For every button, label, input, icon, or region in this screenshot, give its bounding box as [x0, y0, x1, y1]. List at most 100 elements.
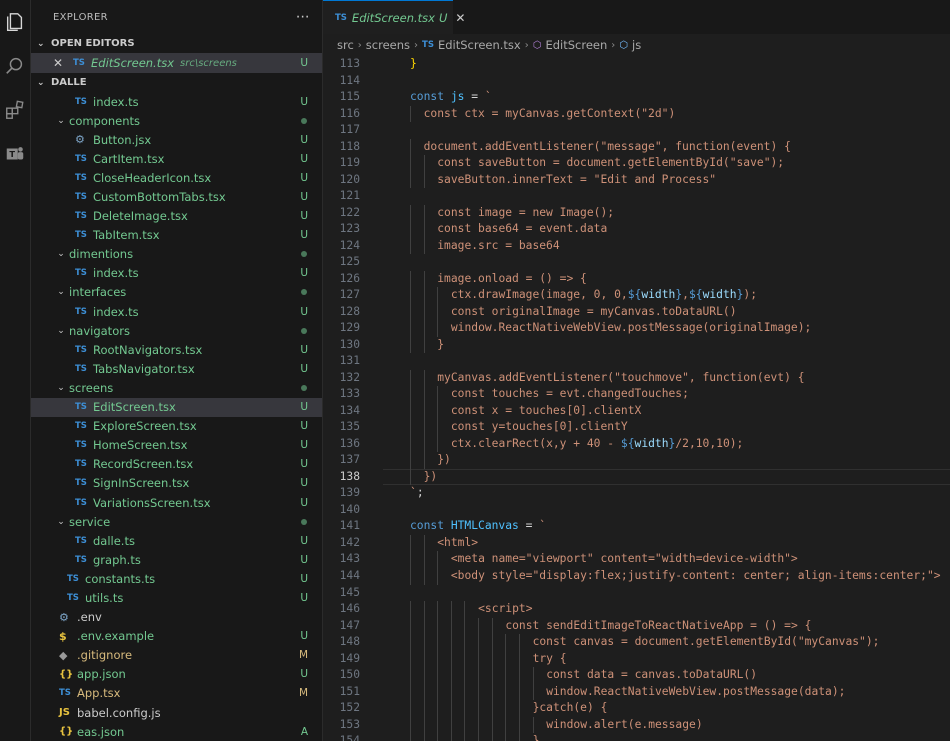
chevron-down-icon: ⌄ [37, 77, 45, 88]
file-item[interactable]: TS HomeScreen.tsx U [31, 436, 322, 455]
indent-guide [423, 171, 425, 189]
indent-guide [437, 650, 439, 668]
file-item[interactable]: TS utils.ts U [31, 588, 322, 607]
activity-bar: T [0, 0, 31, 741]
json-file-icon: {} [59, 726, 74, 738]
file-item[interactable]: TS graph.ts U [31, 550, 322, 569]
file-item[interactable]: TS constants.ts U [31, 569, 322, 588]
close-icon[interactable]: ✕ [455, 11, 465, 25]
git-status-badge: A [300, 725, 308, 738]
indent-guide [423, 683, 425, 701]
typescript-file-icon: TS [75, 192, 87, 203]
breadcrumb-screens[interactable]: screens [366, 38, 410, 52]
code-token: = [464, 90, 485, 104]
indent-guide [410, 105, 411, 123]
extensions-icon[interactable] [0, 88, 30, 132]
project-header[interactable]: ⌄ DALLE [31, 73, 322, 92]
file-tree: TS index.ts U ⌄ components ⚙ Button.jsx U TS Cart… [31, 92, 322, 741]
code-line: 151 window.ReactNativeWebView.postMessage… [323, 683, 950, 701]
file-name: eas.json [77, 724, 125, 739]
indent-guide [423, 336, 425, 354]
typescript-file-icon: TS [75, 268, 87, 279]
file-item[interactable]: TS EditScreen.tsx U [31, 397, 322, 417]
file-item[interactable]: $ .env.example U [31, 627, 322, 646]
file-item[interactable]: TS index.ts U [31, 302, 322, 321]
folder-item[interactable]: ⌄ service [31, 512, 322, 531]
indent-guide [410, 138, 411, 156]
file-name: DeleteImage.tsx [93, 209, 188, 224]
indent-guide [423, 534, 425, 552]
file-item[interactable]: TS index.ts U [31, 264, 322, 283]
file-item[interactable]: TS RecordScreen.tsx U [31, 455, 322, 474]
file-item[interactable]: TS ExploreScreen.tsx U [31, 417, 322, 436]
code-token: const data = canvas.toDataURL() [546, 668, 758, 682]
code-token: const saveButton = document.getElementBy… [437, 156, 785, 170]
indent-guide [478, 733, 480, 741]
file-item[interactable]: TS RootNavigators.tsx U [31, 340, 322, 359]
code-text: const ctx = myCanvas.getContext("2d") [424, 106, 676, 123]
file-item[interactable]: JS babel.config.js [31, 703, 322, 722]
file-item[interactable]: TS TabItem.tsx U [31, 226, 322, 245]
indent-guide [410, 435, 411, 453]
file-item[interactable]: ◆ .gitignore M [31, 646, 322, 665]
code-text: } [410, 56, 417, 73]
file-item[interactable]: TS App.tsx M [31, 684, 322, 703]
search-icon[interactable] [0, 44, 30, 88]
code-token: window.alert(e.message) [546, 717, 703, 731]
close-icon[interactable]: ✕ [53, 56, 67, 70]
line-number: 128 [339, 304, 360, 318]
folder-item[interactable]: ⌄ dimentions [31, 245, 322, 264]
breadcrumb-symbol[interactable]: EditScreen [545, 38, 607, 52]
breadcrumb-file[interactable]: EditScreen.tsx [438, 38, 521, 52]
gear-icon: ⚙ [75, 133, 85, 147]
folder-item[interactable]: ⌄ screens [31, 378, 322, 397]
code-token: }catch(e) { [532, 701, 608, 715]
indent-guide [410, 204, 411, 222]
indent-guide [505, 650, 507, 668]
line-number: 152 [339, 701, 360, 715]
teams-icon[interactable]: T [0, 132, 30, 176]
ellipsis-icon[interactable]: ⋯ [296, 9, 310, 25]
git-status-badge: U [300, 305, 308, 318]
code-token: /2,10,10); [675, 436, 744, 450]
open-editor-item[interactable]: ✕ TS EditScreen.tsx src\screens U [31, 53, 322, 73]
code-text: try { [533, 651, 567, 668]
file-item[interactable]: ⚙ .env [31, 608, 322, 627]
file-item[interactable]: TS CloseHeaderIcon.tsx U [31, 168, 322, 187]
tab-editscreen[interactable]: TS EditScreen.tsx U ✕ [323, 0, 465, 34]
code-token: }) [423, 469, 438, 483]
file-item[interactable]: TS DeleteImage.tsx U [31, 207, 322, 226]
indent-guide [478, 634, 480, 651]
indent-guide [505, 683, 507, 701]
typescript-file-icon: TS [75, 402, 87, 413]
indent-guide [450, 667, 452, 684]
file-item[interactable]: TS dalle.ts U [31, 531, 322, 550]
breadcrumb-src[interactable]: src [337, 38, 354, 52]
file-item[interactable]: ⚙ Button.jsx U [31, 130, 322, 149]
chevron-right-icon: › [524, 39, 529, 51]
code-line: 114 [323, 73, 950, 90]
indent-guide [437, 551, 439, 568]
file-item[interactable]: {} app.json U [31, 665, 322, 684]
folder-item[interactable]: ⌄ interfaces [31, 283, 322, 302]
indent-guide [423, 204, 425, 222]
code-editor[interactable]: 113} 114 115 const js = ` 116 const ctx = myC… [323, 56, 950, 741]
file-item[interactable]: TS CartItem.tsx U [31, 149, 322, 168]
file-name: RecordScreen.tsx [93, 457, 194, 472]
open-editors-header[interactable]: ⌄ OPEN EDITORS [31, 34, 322, 53]
line-number: 132 [339, 370, 360, 384]
indent-guide [437, 634, 439, 651]
file-item[interactable]: TS index.ts U [31, 92, 322, 111]
file-item[interactable]: TS TabsNavigator.tsx U [31, 359, 322, 378]
file-item[interactable]: TS CustomBottomTabs.tsx U [31, 187, 322, 206]
files-icon[interactable] [0, 0, 30, 44]
file-item[interactable]: TS SignInScreen.tsx U [31, 474, 322, 493]
indent-guide [423, 551, 425, 568]
folder-item[interactable]: ⌄ components [31, 111, 322, 130]
folder-item[interactable]: ⌄ navigators [31, 321, 322, 340]
indent-guide [437, 667, 439, 684]
file-item[interactable]: TS VariationsScreen.tsx U [31, 493, 322, 512]
file-item[interactable]: {} eas.json A [31, 722, 322, 741]
breadcrumb-variable[interactable]: js [632, 38, 641, 52]
typescript-file-icon: TS [75, 363, 87, 374]
